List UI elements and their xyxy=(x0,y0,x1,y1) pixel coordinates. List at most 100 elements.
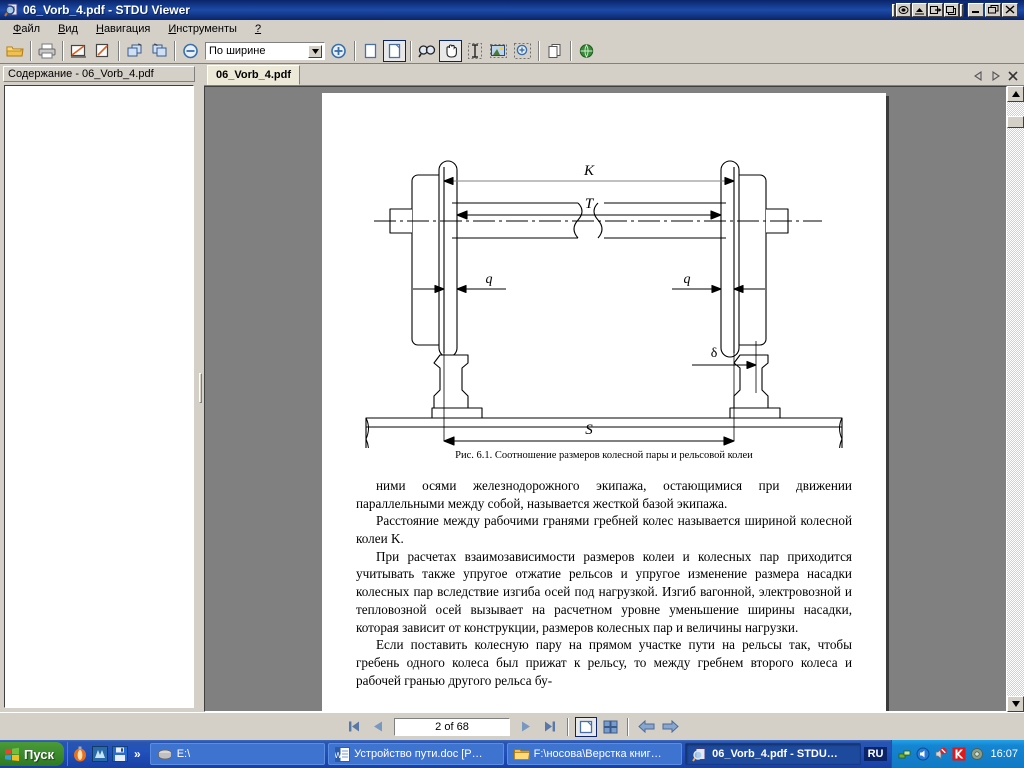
single-page-icon[interactable] xyxy=(359,40,382,62)
kmplayer-icon[interactable] xyxy=(92,746,108,762)
print-icon[interactable] xyxy=(35,40,58,62)
start-button[interactable]: Пуск xyxy=(0,742,64,766)
history-back-button[interactable] xyxy=(635,717,657,737)
splitter-grip[interactable] xyxy=(199,373,202,403)
task-explorer-e[interactable]: E:\ xyxy=(149,743,326,765)
task-explorer-e-label: E:\ xyxy=(176,748,191,760)
word-icon: W xyxy=(335,746,351,762)
zoom-in-icon[interactable] xyxy=(327,40,350,62)
first-page-button[interactable] xyxy=(343,717,365,737)
doc-tab-06-vorb-4[interactable]: 06_Vorb_4.pdf xyxy=(207,65,300,85)
tab-close-icon[interactable] xyxy=(1005,68,1020,83)
always-on-top-icon[interactable] xyxy=(944,3,959,17)
tab-next-icon[interactable] xyxy=(988,68,1003,83)
window-title: 06_Vorb_4.pdf - STDU Viewer xyxy=(23,3,190,17)
quick-launch-bar: » xyxy=(67,742,147,766)
image-select-icon[interactable] xyxy=(487,40,510,62)
document-viewport[interactable]: K T q q δ S Рис. 6.1. Соотношение размер… xyxy=(204,86,1007,712)
last-page-button[interactable] xyxy=(539,717,561,737)
menubar: Файл Вид Навигация Инструменты ? xyxy=(0,20,1024,38)
taskbar-buttons: E:\ W Устройство пути.doc [P… F:\носова\… xyxy=(147,742,864,766)
drive-icon xyxy=(157,749,172,760)
menu-file[interactable]: Файл xyxy=(4,21,49,37)
document-vertical-scrollbar[interactable] xyxy=(1007,86,1024,712)
taskbar-clock[interactable]: 16:07 xyxy=(990,748,1018,760)
paragraph-4: Если поставить колесную пару на прямом у… xyxy=(356,637,852,688)
toolbar-sep-1 xyxy=(30,40,32,61)
doctab-controls xyxy=(971,68,1024,85)
zoom-level-combobox[interactable]: По ширине xyxy=(205,41,325,60)
diagram-label-K: K xyxy=(583,163,595,179)
restore-button[interactable] xyxy=(985,3,1001,17)
history-forward-button[interactable] xyxy=(659,717,681,737)
close-button[interactable] xyxy=(1002,3,1018,17)
diagram-label-q-right: q xyxy=(684,272,691,287)
zoom-out-icon[interactable] xyxy=(179,40,202,62)
menu-tools-label: нструменты xyxy=(176,23,237,35)
minimize-button[interactable] xyxy=(968,3,984,17)
magnifier-document-icon xyxy=(692,747,706,762)
scrollbar-thumb[interactable] xyxy=(1007,116,1024,128)
tab-prev-icon[interactable] xyxy=(971,68,986,83)
scroll-down-button[interactable] xyxy=(1007,696,1024,712)
shade-icon[interactable] xyxy=(912,3,927,17)
figure-caption: Рис. 6.1. Соотношение размеров колесной … xyxy=(455,450,753,461)
export-image-icon[interactable] xyxy=(67,40,90,62)
menu-tools[interactable]: Инструменты xyxy=(159,21,246,37)
sidebar-panel: Содержание - 06_Vorb_4.pdf xyxy=(0,64,198,712)
menu-view-label: ид xyxy=(65,23,78,35)
titlebar: 06_Vorb_4.pdf - STDU Viewer xyxy=(0,0,1024,20)
quick-launch-overflow-icon[interactable]: » xyxy=(132,747,143,761)
text-select-icon[interactable] xyxy=(463,40,486,62)
edit-page-icon[interactable] xyxy=(91,40,114,62)
scrollbar-track[interactable] xyxy=(1007,102,1024,696)
copy-icon[interactable] xyxy=(543,40,566,62)
menu-navigation-accel: Н xyxy=(95,23,104,35)
next-page-button[interactable] xyxy=(515,717,537,737)
language-indicator[interactable]: RU xyxy=(863,747,888,761)
web-link-icon[interactable] xyxy=(575,40,598,62)
page-nav-sep-2 xyxy=(627,717,629,736)
window-menu-icon[interactable] xyxy=(896,3,911,17)
kaspersky-icon[interactable] xyxy=(952,747,966,761)
volume-icon[interactable] xyxy=(916,747,930,761)
send-to-desktop-icon[interactable] xyxy=(928,3,943,17)
diagram-label-S: S xyxy=(585,422,593,438)
menu-navigation[interactable]: Навигация xyxy=(87,21,159,37)
toolbar-sep-4 xyxy=(174,40,176,61)
system-tray: 16:07 xyxy=(891,740,1024,768)
task-stdu-viewer[interactable]: 06_Vorb_4.pdf - STDU… xyxy=(685,743,861,765)
diagram-label-q-left: q xyxy=(486,272,493,287)
task-explorer-f[interactable]: F:\носова\Верстка книг… xyxy=(506,743,683,765)
rotate-page-icon[interactable] xyxy=(147,40,170,62)
sound-device-icon[interactable] xyxy=(970,747,984,761)
tiled-page-view-button[interactable] xyxy=(599,717,621,737)
hand-tool-icon[interactable] xyxy=(439,39,462,62)
copy-page-icon[interactable] xyxy=(123,40,146,62)
sidebar-header: Содержание - 06_Vorb_4.pdf xyxy=(3,66,195,82)
task-word-doc[interactable]: W Устройство пути.doc [P… xyxy=(328,743,504,765)
page-number-field[interactable]: 2 of 68 xyxy=(394,717,510,736)
sidebar-contents-tree[interactable] xyxy=(4,85,194,708)
save-icon[interactable] xyxy=(112,746,128,762)
network-icon[interactable] xyxy=(898,747,912,761)
document-tabstrip: 06_Vorb_4.pdf xyxy=(204,64,1024,86)
start-label: Пуск xyxy=(24,746,54,762)
chevron-down-icon[interactable] xyxy=(308,44,322,58)
single-page-view-button[interactable] xyxy=(575,716,597,737)
menu-view[interactable]: Вид xyxy=(49,21,87,37)
menu-help[interactable]: ? xyxy=(246,21,270,37)
opera-icon[interactable] xyxy=(72,746,88,762)
windows-flag-icon xyxy=(5,747,19,761)
continuous-page-icon[interactable] xyxy=(383,39,406,62)
scroll-up-button[interactable] xyxy=(1007,86,1024,102)
toolbar-sep-7 xyxy=(538,40,540,61)
volume-muted-icon[interactable] xyxy=(934,747,948,761)
paragraph-1: ними осями железнодорожного экипажа, ост… xyxy=(356,478,852,511)
marquee-zoom-icon[interactable] xyxy=(511,40,534,62)
page-navigation-bar: 2 of 68 xyxy=(0,712,1024,740)
open-folder-icon[interactable] xyxy=(3,40,26,62)
prev-page-button[interactable] xyxy=(367,717,389,737)
find-icon[interactable] xyxy=(415,40,438,62)
task-word-doc-label: Устройство пути.doc [P… xyxy=(354,748,483,760)
